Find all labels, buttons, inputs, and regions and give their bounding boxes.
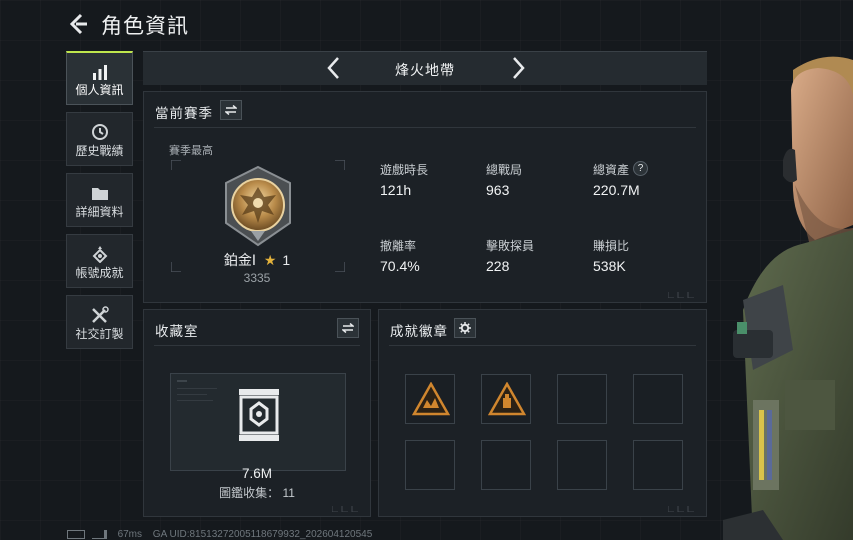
sidebar-item-personal-info[interactable]: 個人資訊 bbox=[66, 51, 133, 105]
sidebar-item-label: 個人資訊 bbox=[75, 83, 124, 97]
stat-label-total-assets: 總資產 bbox=[593, 163, 630, 177]
stat-label-playtime: 遊戲時長 bbox=[380, 163, 429, 177]
rank-score: 3335 bbox=[243, 271, 271, 285]
achievement-badge-slot-empty[interactable] bbox=[557, 440, 607, 490]
achievement-badge-slot-empty[interactable] bbox=[405, 440, 455, 490]
ping-value: 67ms bbox=[117, 529, 143, 540]
star-icon: ★ bbox=[263, 252, 277, 268]
panel-divider bbox=[154, 127, 696, 128]
stat-label-profit-ratio: 賺損比 bbox=[593, 239, 630, 253]
operator-character-image bbox=[723, 56, 853, 540]
medal-icon bbox=[92, 246, 107, 263]
stat-value-kills: 228 bbox=[486, 258, 510, 274]
achievement-badge-slot[interactable] bbox=[405, 374, 455, 424]
stat-value-profit-ratio: 538K bbox=[593, 258, 626, 274]
sidebar-item-label: 帳號成就 bbox=[75, 266, 124, 280]
stat-label-kills: 擊敗探員 bbox=[486, 239, 535, 253]
sidebar: 個人資訊 歷史戰績 詳細資料 帳號成就 社交訂製 bbox=[66, 51, 135, 356]
gear-icon bbox=[459, 322, 471, 334]
sidebar-item-achievements[interactable]: 帳號成就 bbox=[66, 234, 133, 288]
battery-icon bbox=[67, 529, 85, 539]
season-best-label: 賽季最高 bbox=[169, 145, 213, 157]
platinum-rank-icon bbox=[225, 165, 291, 247]
panel-divider bbox=[389, 345, 696, 346]
help-icon[interactable]: ? bbox=[633, 161, 648, 176]
back-button[interactable] bbox=[66, 12, 90, 36]
stat-value-extraction-rate: 70.4% bbox=[380, 258, 420, 274]
achievement-badge-icon bbox=[488, 382, 526, 416]
bar-chart-icon bbox=[92, 65, 107, 80]
achievement-badge-slot-empty[interactable] bbox=[633, 440, 683, 490]
achievement-badge-slot-empty[interactable] bbox=[633, 374, 683, 424]
sidebar-item-social[interactable]: 社交訂製 bbox=[66, 295, 133, 349]
season-title: 當前賽季 bbox=[155, 106, 213, 121]
panel-divider bbox=[154, 345, 360, 346]
corner-ticks-decoration bbox=[668, 292, 694, 298]
history-clock-icon bbox=[91, 124, 108, 140]
sidebar-item-details[interactable]: 詳細資料 bbox=[66, 173, 133, 227]
rank-name-row: 鉑金Ⅰ ★ 1 bbox=[144, 250, 370, 270]
stat-label-total-matches: 總戰局 bbox=[486, 163, 523, 177]
stat-label-extraction-rate: 撤離率 bbox=[380, 239, 417, 253]
collection-swap-button[interactable] bbox=[337, 318, 359, 338]
season-panel: 當前賽季 賽季最高 鉑金Ⅰ ★ 1 3335 遊戲時長 121h 總戰局 963… bbox=[143, 91, 707, 303]
rank-stars: 1 bbox=[282, 252, 291, 268]
achievement-badge-slot-empty[interactable] bbox=[481, 440, 531, 490]
corner-ticks-decoration bbox=[668, 506, 694, 512]
achievements-title: 成就徽章 bbox=[390, 324, 448, 339]
tools-icon bbox=[91, 306, 109, 323]
achievement-badge-slot-empty[interactable] bbox=[557, 374, 607, 424]
collection-title: 收藏室 bbox=[155, 324, 199, 339]
display-case-icon bbox=[239, 389, 279, 441]
stat-value-total-matches: 963 bbox=[486, 182, 510, 198]
collection-count-row: 圖鑑收集： 11 bbox=[144, 484, 370, 501]
collection-value: 7.6M bbox=[241, 466, 272, 481]
stat-value-total-assets: 220.7M bbox=[593, 182, 640, 198]
achievements-panel: 成就徽章 bbox=[378, 309, 707, 517]
achievement-badge-slot[interactable] bbox=[481, 374, 531, 424]
rank-name: 鉑金Ⅰ bbox=[223, 252, 256, 268]
season-swap-button[interactable] bbox=[220, 100, 242, 120]
collection-count-value: 11 bbox=[282, 486, 295, 500]
swap-icon bbox=[225, 105, 237, 115]
stat-value-playtime: 121h bbox=[380, 182, 412, 198]
map-selector: 烽火地帶 bbox=[143, 51, 707, 85]
collection-panel: 收藏室 7.6M 圖鑑收集： 11 bbox=[143, 309, 371, 517]
signal-icon bbox=[91, 529, 107, 539]
footer-status: 67ms GA UID:815132720051186799​32_202604… bbox=[67, 529, 380, 540]
sidebar-item-label: 詳細資料 bbox=[75, 205, 124, 219]
sidebar-item-label: 歷史戰績 bbox=[75, 144, 124, 158]
corner-ticks-decoration bbox=[332, 506, 358, 512]
uid-text: GA UID:815132720051186799​32_20260412054… bbox=[152, 529, 373, 540]
swap-icon bbox=[342, 323, 354, 333]
collection-count-label: 圖鑑收集： bbox=[219, 486, 280, 500]
folder-icon bbox=[91, 188, 108, 200]
sidebar-item-label: 社交訂製 bbox=[75, 327, 124, 341]
page-title: 角色資訊 bbox=[101, 15, 189, 38]
collection-room-button[interactable] bbox=[170, 373, 346, 471]
chevron-right-icon bbox=[513, 57, 525, 79]
next-map-button[interactable] bbox=[507, 56, 529, 80]
achievements-settings-button[interactable] bbox=[454, 318, 476, 338]
back-arrow-icon bbox=[69, 13, 87, 35]
map-name: 烽火地帶 bbox=[395, 62, 455, 78]
sidebar-item-history[interactable]: 歷史戰績 bbox=[66, 112, 133, 166]
achievement-badge-icon bbox=[412, 382, 450, 416]
